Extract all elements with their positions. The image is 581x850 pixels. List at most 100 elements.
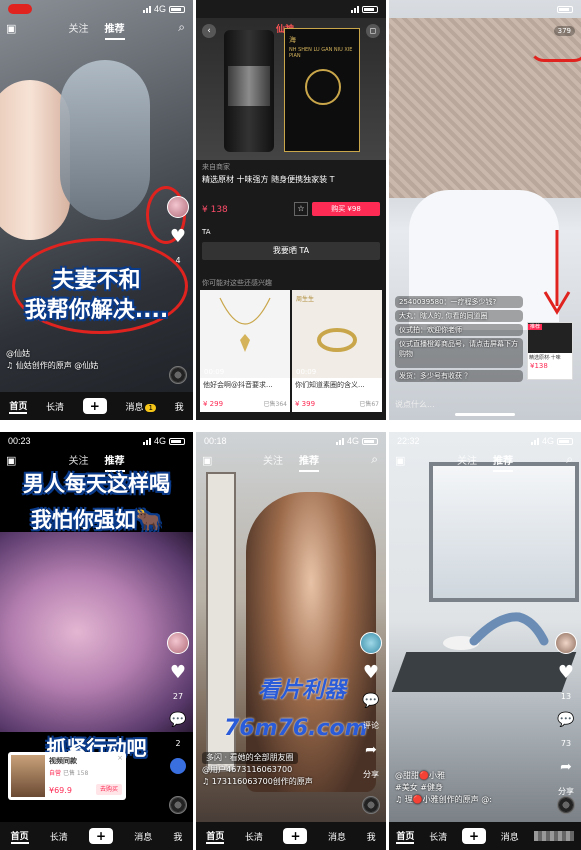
heart-icon[interactable]: ♥ xyxy=(170,664,186,682)
tab-home[interactable]: 首页 xyxy=(9,399,28,414)
comment-input[interactable]: 说点什么... xyxy=(395,399,435,410)
tab-home[interactable]: 首页 xyxy=(396,829,415,844)
caption: @甜甜🔴小雅 #美女 #健身 ♫ 理🔴小雅创作的原声 @: xyxy=(395,770,492,806)
tab-changqing[interactable]: 长清 xyxy=(245,830,263,843)
status-bar: 00:18 4G xyxy=(196,432,386,450)
tab-messages[interactable]: 消息 xyxy=(328,830,346,843)
heart-icon[interactable]: ♥ xyxy=(363,664,379,682)
video-panel-6[interactable]: 22:32 4G ▣ 关注 推荐 ⌕ ♥ 13 💬 73 ➦ 分享 @甜甜🔴小雅… xyxy=(389,432,581,850)
comment-item[interactable]: 大丸：瞎人的, 你看的同道圈 xyxy=(395,310,523,322)
star-icon[interactable]: ☆ xyxy=(294,202,308,216)
tab-follow[interactable]: 关注 xyxy=(69,20,89,40)
tab-me[interactable]: 我 xyxy=(367,830,376,843)
tab-home[interactable]: 首页 xyxy=(206,829,225,844)
create-button[interactable]: + xyxy=(89,828,113,844)
tab-messages[interactable]: 消息 1 xyxy=(125,400,156,413)
recommend-card-price: ¥ 399 xyxy=(295,400,316,408)
share-icon[interactable]: ➦ xyxy=(365,741,377,759)
bottom-tab-bar: 首页 长清 + 消息 我 xyxy=(0,822,193,850)
video-panel-1[interactable]: 4G ▣ 关注 推荐 ⌕ 夫妻不和 我帮你解决.... ♥ 4 @仙姑 ♫ 仙姑… xyxy=(0,0,193,420)
comment-icon[interactable]: 💬 xyxy=(362,692,379,710)
status-bar xyxy=(196,0,386,18)
product-self-run: 自营 xyxy=(49,770,62,777)
status-bar: 22:32 4G xyxy=(389,432,581,450)
music-disc-icon[interactable] xyxy=(169,796,187,814)
video-panel-3[interactable]: 379 2540039580：一疗程多少钱? 大丸：瞎人的, 你看的同道圈 仪式… xyxy=(389,0,581,420)
recommend-card[interactable]: 周生生 00:09 你们知道素圈的含义... ¥ 399 已售67 xyxy=(292,290,382,412)
create-button[interactable]: + xyxy=(461,828,486,844)
tab-changqing[interactable]: 长清 xyxy=(429,830,447,843)
heart-icon[interactable]: ♥ xyxy=(170,228,186,246)
product-card-meta: 自营 已售 158 xyxy=(49,768,88,777)
tab-changqing[interactable]: 长清 xyxy=(50,830,68,843)
comment-item[interactable]: 仪式直播橙筹商品号，请点击屏幕下方购物 xyxy=(395,338,523,368)
tab-recommend[interactable]: 推荐 xyxy=(299,452,319,472)
battery-icon xyxy=(557,437,573,445)
back-icon[interactable]: ‹ xyxy=(202,24,216,38)
tab-changqing[interactable]: 长清 xyxy=(46,400,64,413)
music-label[interactable]: ♫ 173116063700创作的原声 xyxy=(202,776,313,788)
video-panel-5[interactable]: 00:18 4G ▣ 关注 推荐 ⌕ 看片利器 76m76.com ♥ 💬 评论… xyxy=(196,432,386,850)
comment-icon[interactable]: 💬 xyxy=(169,711,186,729)
status-record-pill xyxy=(8,4,32,14)
search-icon[interactable]: ⌕ xyxy=(566,452,573,467)
avatar[interactable] xyxy=(167,196,189,218)
avatar[interactable] xyxy=(360,632,382,654)
tab-home[interactable]: 首页 xyxy=(10,829,29,844)
comment-icon[interactable]: 💬 xyxy=(557,711,574,729)
create-button[interactable]: + xyxy=(82,398,107,414)
avatar[interactable] xyxy=(555,632,577,654)
caption: @仙姑 ♫ 仙姑创作的原声 @仙姑 xyxy=(6,348,98,372)
music-disc-icon[interactable] xyxy=(557,796,575,814)
create-button[interactable]: + xyxy=(283,828,308,844)
cart-icon[interactable]: ◻ xyxy=(366,24,380,38)
avatar[interactable] xyxy=(167,632,189,654)
username[interactable]: @仙姑 xyxy=(6,348,98,360)
want-share-button[interactable]: 我要晒 TA xyxy=(202,242,380,260)
product-price: ¥ 138 xyxy=(202,205,228,215)
music-label[interactable]: ♫ 理🔴小雅创作的原声 @: xyxy=(395,794,492,806)
tab-me[interactable]: 我 xyxy=(175,400,184,413)
heart-count: 13 xyxy=(560,692,572,701)
recommend-card-title: 他好会啊@抖音要求... xyxy=(203,381,273,389)
comment-item[interactable]: 仪式拍：欢迎你老师 xyxy=(395,324,523,336)
tab-messages[interactable]: 消息 xyxy=(134,830,152,843)
product-thumb xyxy=(11,755,45,797)
search-icon[interactable]: ⌕ xyxy=(371,452,378,467)
buy-button[interactable]: 购买 ¥98 xyxy=(312,202,380,216)
tab-follow[interactable]: 关注 xyxy=(263,452,283,472)
search-icon[interactable]: ⌕ xyxy=(178,20,185,35)
go-buy-button[interactable]: 去购买 xyxy=(96,784,122,795)
battery-icon xyxy=(169,5,185,13)
status-time: 00:18 xyxy=(204,436,227,446)
tab-me-blurred[interactable] xyxy=(533,831,574,841)
username[interactable]: @用户4673116063700 xyxy=(202,764,313,776)
duoshan-note[interactable]: 多闪 · 看她的全部朋友圈 xyxy=(202,752,298,764)
product-card[interactable]: 推荐 精选原材·十味 ¥138 xyxy=(527,322,573,380)
more-icon[interactable] xyxy=(170,758,186,774)
share-icon[interactable]: ➦ xyxy=(560,758,572,776)
bottom-tab-bar: 首页 长清 + 消息 1 我 xyxy=(0,392,193,420)
action-sidebar: ♥ 27 💬 2 xyxy=(167,632,189,774)
recommend-card-title: 你们知道素圈的含义... xyxy=(295,381,365,389)
music-label[interactable]: 仙姑创作的原声 xyxy=(16,361,72,370)
top-nav: 关注 推荐 xyxy=(0,20,193,40)
comment-item[interactable]: 2540039580：一疗程多少钱? xyxy=(395,296,523,308)
tab-me[interactable]: 我 xyxy=(173,830,182,843)
video-panel-4[interactable]: 00:23 4G ▣ 关注 推荐 男人每天这样喝 我怕你强如🐂 抓紧行动吧 ♥ … xyxy=(0,432,193,850)
bottom-tab-bar: 首页 长清 + 消息 我 xyxy=(196,822,386,850)
ring-icon xyxy=(317,328,357,352)
comment-item[interactable]: 发货：多少号有收获 ？ xyxy=(395,370,523,382)
hashtags[interactable]: #美女 #健身 xyxy=(395,782,492,794)
tab-follow[interactable]: 关注 xyxy=(457,452,477,472)
music-disc-icon[interactable] xyxy=(169,366,187,384)
tab-recommend[interactable]: 推荐 xyxy=(493,452,513,472)
tab-recommend[interactable]: 推荐 xyxy=(104,20,125,40)
username[interactable]: @甜甜🔴小雅 xyxy=(395,770,492,782)
tab-messages[interactable]: 消息 xyxy=(501,830,519,843)
recommend-card[interactable]: 00:09 他好会啊@抖音要求... ¥ 299 已售364 xyxy=(200,290,290,412)
heart-icon[interactable]: ♥ xyxy=(558,664,574,682)
product-card[interactable]: 视频同款 自营 已售 158 ¥69.9 去购买 × xyxy=(8,752,126,800)
music-disc-icon[interactable] xyxy=(362,796,380,814)
close-icon[interactable]: × xyxy=(117,754,123,762)
